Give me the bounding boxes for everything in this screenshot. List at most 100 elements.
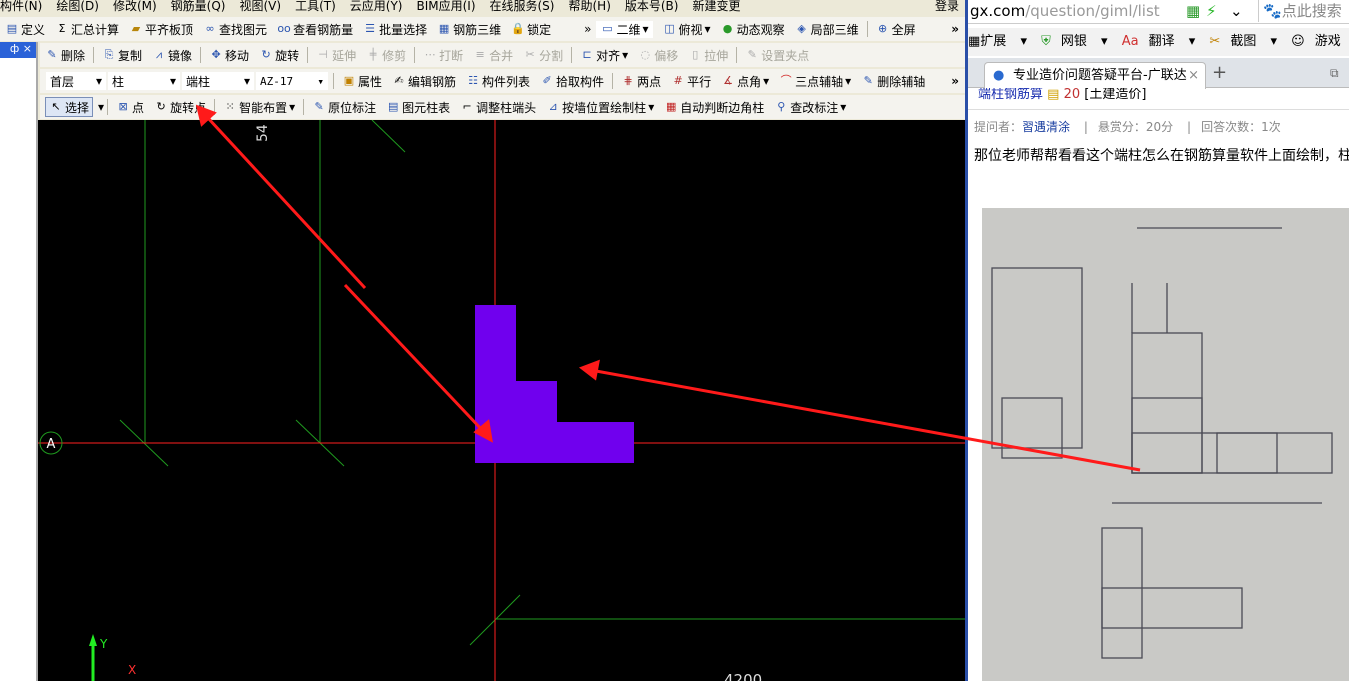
- fullscreen-button[interactable]: ⊕ 全屏: [876, 21, 916, 38]
- more-chevron-icon[interactable]: »: [951, 22, 965, 36]
- delete-button[interactable]: ✎ 删除: [45, 47, 85, 64]
- tab-list-icon[interactable]: ⧉: [1330, 66, 1339, 81]
- y-axis-arrowhead: [89, 634, 97, 646]
- menu-item[interactable]: 视图(V): [239, 0, 281, 13]
- orbit-button[interactable]: ● 动态观察: [721, 21, 785, 38]
- view-2d-dropdown[interactable]: ▭ 二维 ▾: [596, 20, 653, 38]
- screenshot-button[interactable]: ✂ 截图 ▾: [1209, 34, 1277, 49]
- find-element-button[interactable]: ∞ 查找图元: [203, 21, 267, 38]
- sigma-icon: Σ: [58, 22, 66, 35]
- chevron-down-icon: ▾: [169, 74, 176, 88]
- pick-component-button[interactable]: ✐ 拾取构件: [540, 73, 604, 90]
- stretch-button[interactable]: ▯ 拉伸: [688, 47, 728, 64]
- login-link[interactable]: 登录: [935, 0, 959, 12]
- align-slab-button[interactable]: ▰ 平齐板顶: [129, 21, 193, 38]
- menu-item[interactable]: 帮助(H): [568, 0, 610, 13]
- answer-count: 回答次数：1次: [1201, 120, 1281, 134]
- floor-select[interactable]: 首层 ▾: [46, 72, 106, 90]
- set-grip-button[interactable]: ✎ 设置夹点: [745, 47, 810, 64]
- rebar-3d-button[interactable]: ▦ 钢筋三维: [437, 21, 501, 38]
- batch-select-button[interactable]: ☰ 批量选择: [363, 21, 427, 38]
- properties-button[interactable]: ▣ 属性: [342, 73, 382, 90]
- menu-item[interactable]: 新建变更: [692, 0, 740, 13]
- three-point-axis-dropdown[interactable]: ⌒ 三点辅轴 ▾: [779, 73, 852, 90]
- edit-rebar-button[interactable]: ✍ 编辑钢筋: [392, 73, 456, 90]
- qr-icon[interactable]: ▦: [1186, 0, 1200, 22]
- align-dropdown[interactable]: ⊏ 对齐 ▾: [580, 47, 629, 64]
- search-input[interactable]: 🐾点此搜索: [1258, 0, 1342, 22]
- copy-button[interactable]: ⎘ 复制: [102, 47, 142, 64]
- drawing-canvas[interactable]: A 54 4200 Y X: [38, 120, 965, 681]
- check-annotation-dropdown[interactable]: ⚲ 查改标注 ▾: [774, 99, 846, 116]
- move-button[interactable]: ✥ 移动: [209, 47, 249, 64]
- extensions-button[interactable]: ▦扩展 ▾: [968, 34, 1027, 49]
- component-select[interactable]: AZ-17 ▾: [256, 72, 328, 90]
- question-title[interactable]: 端柱钢筋算: [978, 88, 1043, 102]
- tab-active[interactable]: ● 专业造价问题答疑平台-广联达 ×: [984, 62, 1206, 89]
- extend-button[interactable]: ⊣ 延伸: [316, 47, 356, 64]
- offset-button[interactable]: ◌ 偏移: [638, 47, 678, 64]
- view-rebar-button[interactable]: oo 查看钢筋量: [277, 21, 353, 38]
- lightning-icon[interactable]: ⚡: [1206, 0, 1217, 22]
- mirror-button[interactable]: ⩘ 镜像: [152, 47, 192, 64]
- tab-close-icon[interactable]: ×: [1188, 63, 1199, 89]
- translate-button[interactable]: Aa 翻译 ▾: [1122, 34, 1196, 49]
- menu-item[interactable]: 修改(M): [113, 0, 157, 13]
- more-chevron-icon[interactable]: »: [584, 22, 591, 36]
- address-bar[interactable]: gx.com/question/giml/list ▦ ⚡ ⌄ 🐾点此搜索: [968, 0, 1349, 24]
- point-angle-dropdown[interactable]: ∡ 点角 ▾: [721, 73, 769, 90]
- lock-button[interactable]: 🔒 锁定: [511, 21, 551, 38]
- type-select[interactable]: 柱 ▾: [108, 72, 180, 90]
- menu-item[interactable]: 云应用(Y): [350, 0, 403, 13]
- menu-item[interactable]: 版本号(B): [625, 0, 679, 13]
- menu-item[interactable]: 工具(T): [295, 0, 336, 13]
- menu-item[interactable]: 在线服务(S): [490, 0, 555, 13]
- question-body: 那位老师帮帮看看这个端柱怎么在钢筋算量软件上面绘制，柱: [974, 148, 1349, 164]
- split-button[interactable]: ✂ 分割: [523, 47, 564, 64]
- pin-icon[interactable]: ф: [10, 42, 19, 55]
- define-button[interactable]: ▤ 定义: [5, 21, 45, 38]
- adjust-column-end-button[interactable]: ⌐ 调整柱端头: [460, 99, 537, 116]
- divider: [303, 99, 305, 115]
- two-point-axis-button[interactable]: ⋕ 两点: [621, 73, 661, 90]
- stretch-icon: ▯: [692, 48, 699, 61]
- question-photo[interactable]: [982, 208, 1349, 681]
- smart-layout-dropdown[interactable]: ⁙ 智能布置 ▾: [223, 99, 295, 116]
- new-tab-button[interactable]: +: [1212, 62, 1227, 83]
- menu-item[interactable]: BIM应用(I): [416, 0, 475, 13]
- select-button[interactable]: ↖ 选择: [45, 97, 94, 117]
- grid-icon: ▦: [666, 100, 677, 113]
- merge-icon: ≡: [475, 48, 485, 61]
- calculate-button[interactable]: Σ 汇总计算: [55, 21, 120, 38]
- menu-item[interactable]: 绘图(D): [56, 0, 99, 13]
- chevron-down-icon[interactable]: ▾: [98, 100, 104, 114]
- merge-button[interactable]: ≡ 合并: [473, 47, 514, 64]
- column-table-button[interactable]: ▤ 图元柱表: [386, 99, 450, 116]
- draw-by-wall-dropdown[interactable]: ⊿ 按墙位置绘制柱 ▾: [546, 99, 655, 116]
- auto-corner-column-button[interactable]: ▦ 自动判断边角柱: [664, 99, 764, 116]
- local-3d-button[interactable]: ◈ 局部三维: [795, 21, 858, 38]
- menu-item[interactable]: 钢筋量(Q): [171, 0, 226, 13]
- point-button[interactable]: ⊠ 点: [116, 99, 144, 116]
- bank-button[interactable]: ⛨ 网银 ▾: [1041, 34, 1107, 49]
- top-view-dropdown[interactable]: ◫ 俯视 ▾: [663, 21, 710, 38]
- in-place-annotation-button[interactable]: ✎ 原位标注: [312, 99, 377, 116]
- rotate-button[interactable]: ↻ 旋转: [259, 47, 299, 64]
- trim-button[interactable]: ╪ 修剪: [366, 47, 406, 64]
- rebar-drawing-photo: [991, 227, 1333, 659]
- browser-toolbar: ▦扩展 ▾ ⛨网银 ▾ Aa翻译 ▾ ✂截图 ▾ ☺游戏 ▾ ⚲登: [968, 28, 1349, 56]
- menu-item[interactable]: 构件(N): [0, 0, 42, 13]
- close-icon[interactable]: ×: [23, 42, 32, 55]
- delete-axis-button[interactable]: ✎ 删除辅轴: [861, 73, 926, 90]
- rotate-point-button[interactable]: ↻ 旋转点: [154, 99, 206, 116]
- break-button[interactable]: ⋯ 打断: [423, 47, 464, 64]
- chevron-down-icon[interactable]: ⌄: [1230, 0, 1243, 22]
- subtype-select[interactable]: 端柱 ▾: [182, 72, 254, 90]
- component-list-button[interactable]: ☷ 构件列表: [466, 73, 530, 90]
- coin-icon: ▤: [1047, 88, 1060, 102]
- asker-link[interactable]: 習遇清涂: [1022, 120, 1070, 134]
- parallel-axis-button[interactable]: # 平行: [671, 73, 711, 90]
- more-chevron-icon[interactable]: »: [951, 74, 965, 88]
- games-button[interactable]: ☺游戏 ▾: [1291, 34, 1349, 49]
- category-tag[interactable]: [土建造价]: [1084, 88, 1146, 102]
